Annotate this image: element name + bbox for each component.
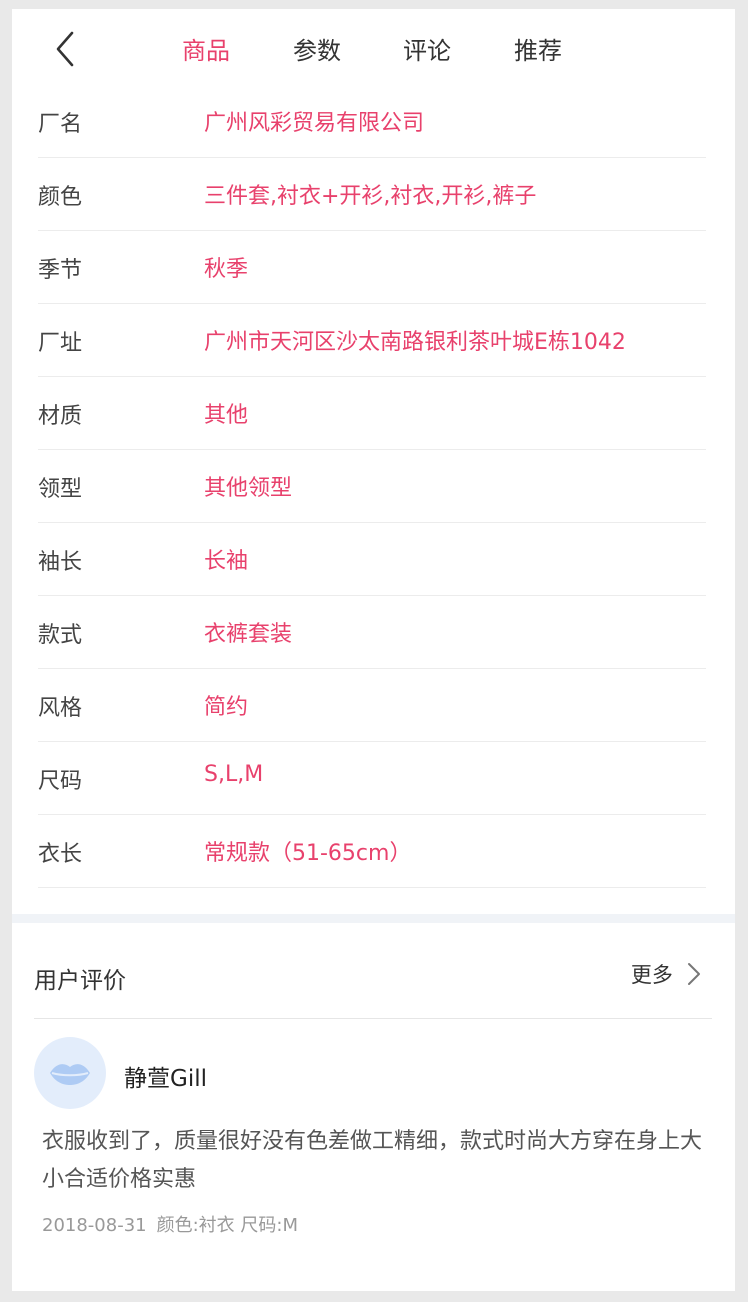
more-label: 更多 <box>630 963 673 987</box>
param-row-material: 材质 其他 <box>38 377 706 450</box>
review-item: 静萱Gill 衣服收到了，质量很好没有色差做工精细，款式时尚大方穿在身上大小合适… <box>34 1035 712 1275</box>
param-key: 领型 <box>38 477 83 502</box>
param-key: 季节 <box>38 258 83 283</box>
param-key: 材质 <box>38 404 83 429</box>
param-row-factory-name: 厂名 广州风彩贸易有限公司 <box>38 85 706 158</box>
param-value: 广州市天河区沙太南路银利茶叶城E栋1042 <box>204 330 626 355</box>
review-spec: 颜色:衬衣 尺码:M <box>156 1215 298 1236</box>
param-key: 衣长 <box>38 842 83 867</box>
param-row-length: 衣长 常规款（51-65cm） <box>38 815 706 888</box>
param-value: 衣裤套装 <box>204 622 293 647</box>
param-row-sleeve: 袖长 长袖 <box>38 523 706 596</box>
param-key: 颜色 <box>38 185 83 210</box>
lips-avatar-icon <box>50 1064 90 1085</box>
reviewer-name: 静萱Gill <box>124 1066 207 1092</box>
param-key: 款式 <box>38 623 83 648</box>
param-value: 常规款（51-65cm） <box>204 841 412 866</box>
top-nav-bar: 商品 参数 评论 推荐 <box>12 9 735 87</box>
param-value: 其他 <box>204 403 249 428</box>
param-key: 尺码 <box>38 769 83 794</box>
param-row-collar: 领型 其他领型 <box>38 450 706 523</box>
param-value: 秋季 <box>204 257 249 282</box>
param-value: 三件套,衬衣+开衫,衬衣,开衫,裤子 <box>204 184 537 209</box>
param-row-size: 尺码 S,L,M <box>38 742 706 815</box>
avatar <box>34 1037 106 1109</box>
param-value: S,L,M <box>204 762 264 787</box>
reviews-header: 用户评价 更多 <box>34 923 712 1019</box>
review-date: 2018-08-31 <box>42 1215 147 1236</box>
chevron-right-icon <box>688 963 700 985</box>
param-key: 风格 <box>38 696 83 721</box>
tab-recommend[interactable]: 推荐 <box>514 31 562 66</box>
param-row-style: 风格 简约 <box>38 669 706 742</box>
tab-comments[interactable]: 评论 <box>403 31 451 66</box>
param-value: 长袖 <box>204 549 249 574</box>
reviews-title: 用户评价 <box>34 968 126 994</box>
tab-params[interactable]: 参数 <box>293 31 341 66</box>
more-reviews-link[interactable]: 更多 <box>631 959 702 989</box>
params-list: 厂名 广州风彩贸易有限公司 颜色 三件套,衬衣+开衫,衬衣,开衫,裤子 季节 秋… <box>38 85 706 888</box>
tab-bar: 商品 参数 评论 推荐 <box>12 9 735 87</box>
param-value: 简约 <box>204 695 249 720</box>
product-detail-page: 商品 参数 评论 推荐 厂名 广州风彩贸易有限公司 颜色 三件套,衬衣+开衫,衬… <box>12 9 735 1291</box>
param-row-factory-address: 厂址 广州市天河区沙太南路银利茶叶城E栋1042 <box>38 304 706 377</box>
param-value: 广州风彩贸易有限公司 <box>204 111 425 136</box>
param-key: 厂址 <box>38 331 83 356</box>
param-key: 厂名 <box>38 112 83 137</box>
review-meta: 2018-08-31 颜色:衬衣 尺码:M <box>42 1211 308 1237</box>
section-divider <box>12 914 735 923</box>
param-key: 袖长 <box>38 550 83 575</box>
tab-product[interactable]: 商品 <box>182 31 230 66</box>
param-row-style-type: 款式 衣裤套装 <box>38 596 706 669</box>
param-value: 其他领型 <box>204 476 293 501</box>
param-row-season: 季节 秋季 <box>38 231 706 304</box>
review-text: 衣服收到了，质量很好没有色差做工精细，款式时尚大方穿在身上大小合适价格实惠 <box>42 1129 703 1192</box>
param-row-color: 颜色 三件套,衬衣+开衫,衬衣,开衫,裤子 <box>38 158 706 231</box>
